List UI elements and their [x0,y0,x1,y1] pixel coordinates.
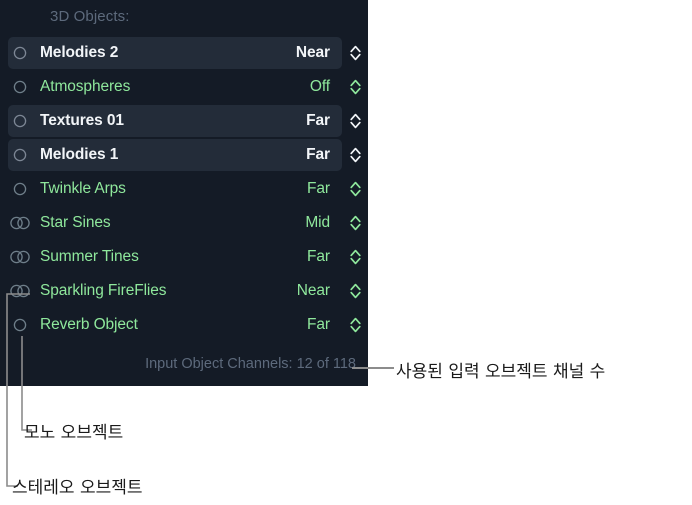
object-name-label: Summer Tines [40,248,139,265]
object-distance-value[interactable]: Far [238,316,342,334]
object-distance-value[interactable]: Near [238,44,342,62]
distance-stepper-button[interactable] [342,308,368,342]
mono-object-icon [0,308,40,342]
distance-stepper-button[interactable] [342,104,368,138]
object-row[interactable]: Melodies 1 Far [0,138,368,172]
object-name-label: Atmospheres [40,78,131,95]
object-row[interactable]: Star Sines Mid [0,206,368,240]
object-distance-value[interactable]: Far [238,112,342,130]
annotation-mono-object: 모노 오브젝트 [24,423,124,443]
mono-object-icon [0,138,40,172]
object-row[interactable]: Summer Tines Far [0,240,368,274]
distance-stepper-button[interactable] [342,36,368,70]
mono-object-icon [0,104,40,138]
mono-object-icon [0,36,40,70]
distance-stepper-button[interactable] [342,70,368,104]
object-row[interactable]: Textures 01 Far [0,104,368,138]
mono-object-icon [0,172,40,206]
object-distance-value[interactable]: Off [238,78,342,96]
distance-stepper-button[interactable] [342,172,368,206]
object-row[interactable]: Melodies 2 Near [0,36,368,70]
object-distance-value[interactable]: Mid [238,214,342,232]
stereo-object-icon [0,240,40,274]
object-name-label: Melodies 2 [40,44,119,61]
annotation-input-object-channels: 사용된 입력 오브젝트 채널 수 [396,362,606,382]
object-row[interactable]: Atmospheres Off [0,70,368,104]
object-name-label: Melodies 1 [40,146,119,163]
distance-stepper-button[interactable] [342,206,368,240]
panel-header-label: 3D Objects: [50,8,130,25]
object-name-label: Reverb Object [40,316,138,333]
object-name-label: Twinkle Arps [40,180,126,197]
stereo-object-icon [0,274,40,308]
object-panel: 3D Objects: Melodies 2 Near Atmospheres Off… [0,0,368,386]
object-name-label: Textures 01 [40,112,124,129]
distance-stepper-button[interactable] [342,240,368,274]
mono-object-icon [0,70,40,104]
object-row[interactable]: Sparkling FireFlies Near [0,274,368,308]
object-distance-value[interactable]: Far [238,146,342,164]
object-distance-value[interactable]: Far [238,248,342,266]
distance-stepper-button[interactable] [342,274,368,308]
object-distance-value[interactable]: Far [238,180,342,198]
object-name-label: Sparkling FireFlies [40,282,167,299]
stereo-object-icon [0,206,40,240]
annotation-stereo-object: 스테레오 오브젝트 [12,478,143,498]
object-name-label: Star Sines [40,214,111,231]
object-row[interactable]: Reverb Object Far [0,308,368,342]
object-distance-value[interactable]: Near [238,282,342,300]
object-list: Melodies 2 Near Atmospheres Off Textures 01 F… [0,36,368,342]
distance-stepper-button[interactable] [342,138,368,172]
object-row[interactable]: Twinkle Arps Far [0,172,368,206]
input-object-channels-status: Input Object Channels: 12 of 118 [145,356,356,372]
